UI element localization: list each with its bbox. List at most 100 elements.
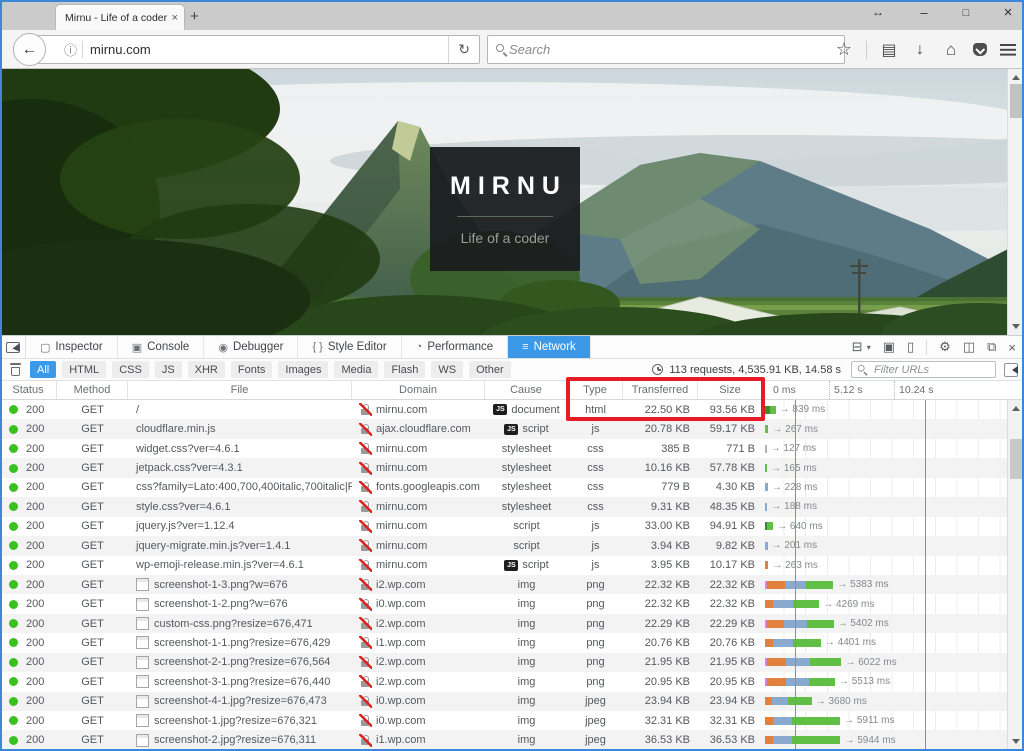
url-bar[interactable]: ⓘ mirnu.com ↻ (36, 35, 480, 64)
request-row[interactable]: 200 GET cloudflare.min.js ajax.cloudflare.c… (0, 419, 1024, 439)
filter-html[interactable]: HTML (62, 361, 107, 378)
scrollbar-thumb[interactable] (1009, 84, 1023, 118)
request-row[interactable]: 200 GET screenshot-1.jpg?resize=676,321 i0.… (0, 711, 1024, 730)
search-input[interactable] (507, 41, 836, 58)
home-icon[interactable]: ⌂ (942, 40, 960, 60)
devtools-tab-debugger[interactable]: ◉ Debugger (204, 336, 299, 358)
table-scroll-up-icon[interactable] (1012, 406, 1020, 411)
devtools-tab-performance[interactable]: ◔ Performance (402, 336, 509, 358)
request-row[interactable]: 200 GET jetpack.css?ver=4.3.1 mirnu.com styl… (0, 458, 1024, 478)
column-header-type[interactable]: Type (568, 381, 623, 399)
split-console-icon[interactable]: ▣ (883, 339, 895, 355)
request-row[interactable]: 200 GET / mirnu.com JS document html 22.50 KB 93… (0, 400, 1024, 419)
method-cell: GET (81, 636, 104, 649)
request-row[interactable]: 200 GET jquery-migrate.min.js?ver=1.4.1 mir… (0, 536, 1024, 556)
scroll-down-icon[interactable] (1012, 324, 1020, 329)
pick-element-button[interactable] (0, 336, 26, 358)
type-cell: js (591, 423, 600, 436)
table-scroll-down-icon[interactable] (1012, 739, 1020, 744)
file-cell: jetpack.css?ver=4.3.1 (128, 458, 352, 477)
minimize-button[interactable]: – (916, 5, 932, 20)
bookmarks-menu-icon[interactable]: ▤ (880, 40, 898, 60)
filter-media[interactable]: Media (334, 361, 379, 378)
waterfall-time-label: → 6022 ms (845, 656, 897, 668)
popout-icon[interactable]: ⧉ (987, 339, 996, 355)
column-header-status[interactable]: Status (0, 381, 57, 399)
filter-js[interactable]: JS (154, 361, 182, 378)
cause-text: document (511, 403, 560, 416)
clear-requests-button[interactable] (0, 363, 30, 376)
devtools-tab-inspector[interactable]: ▢ Inspector (26, 336, 118, 358)
url-text[interactable]: mirnu.com (90, 42, 448, 57)
tab-close-icon[interactable]: × (172, 12, 178, 24)
request-row[interactable]: 200 GET widget.css?ver=4.6.1 mirnu.com style… (0, 439, 1024, 458)
close-devtools-icon[interactable]: × (1008, 340, 1016, 355)
filter-ws[interactable]: WS (431, 361, 464, 378)
downloads-icon[interactable]: ↓ (911, 41, 929, 59)
domain-name: mirnu.com (376, 559, 428, 572)
devtools-tab-style-editor[interactable]: { } Style Editor (298, 336, 402, 358)
status-cell: 200 (0, 439, 57, 458)
request-row[interactable]: 200 GET screenshot-1-2.png?w=676 i0.wp.com i… (0, 594, 1024, 613)
column-header-file[interactable]: File (128, 381, 352, 399)
column-header-timeline[interactable]: 0 ms 5.12 s 10.24 s (763, 381, 1024, 399)
settings-gear-icon[interactable]: ⚙ (939, 339, 951, 355)
insecure-lock-icon (359, 539, 372, 553)
status-ok-icon (9, 657, 18, 667)
filter-urls-input[interactable] (872, 362, 990, 377)
filter-other[interactable]: Other (469, 361, 511, 378)
filter-xhr[interactable]: XHR (187, 361, 225, 378)
site-info-icon[interactable]: ⓘ (64, 40, 77, 59)
table-scrollbar[interactable] (1007, 400, 1024, 750)
request-row[interactable]: 200 GET screenshot-2.jpg?resize=676,311 i1.… (0, 730, 1024, 750)
panel-split-icon[interactable]: ◫ (963, 339, 975, 355)
column-header-method[interactable]: Method (57, 381, 128, 399)
request-row[interactable]: 200 GET css?family=Lato:400,700,400italic,… (0, 478, 1024, 497)
pocket-icon[interactable] (973, 43, 987, 56)
search-bar[interactable] (487, 35, 845, 64)
request-row[interactable]: 200 GET custom-css.png?resize=676,471 i2.wp… (0, 613, 1024, 634)
browser-tab[interactable]: Mirnu - Life of a coder × (55, 4, 185, 30)
filter-images[interactable]: Images (278, 361, 329, 378)
column-header-domain[interactable]: Domain (352, 381, 485, 399)
devtools-tab-console[interactable]: ▣ Console (118, 336, 205, 358)
menu-hamburger-icon[interactable] (1000, 43, 1016, 56)
request-row[interactable]: 200 GET jquery.js?ver=1.12.4 mirnu.com scrip… (0, 517, 1024, 536)
window-resize-icon[interactable]: ↔ (872, 5, 884, 19)
status-ok-icon (9, 696, 18, 706)
responsive-mode-icon[interactable]: ▯ (907, 339, 914, 355)
maximize-button[interactable]: □ (958, 7, 974, 19)
domain-name: i2.wp.com (376, 675, 426, 688)
filter-css[interactable]: CSS (112, 361, 149, 378)
column-header-cause[interactable]: Cause (485, 381, 568, 399)
scroll-up-icon[interactable] (1012, 75, 1020, 80)
filter-all[interactable]: All (30, 361, 57, 378)
request-row[interactable]: 200 GET screenshot-2-1.png?resize=676,564 i… (0, 652, 1024, 673)
column-header-size[interactable]: Size (698, 381, 763, 399)
request-row[interactable]: 200 GET screenshot-4-1.jpg?resize=676,473 i… (0, 691, 1024, 711)
request-row[interactable]: 200 GET wp-emoji-release.min.js?ver=4.6.1 m… (0, 556, 1024, 575)
close-window-button[interactable]: × (1000, 4, 1016, 21)
request-row[interactable]: 200 GET screenshot-1-1.png?resize=676,429 i… (0, 633, 1024, 652)
bookmark-star-icon[interactable]: ☆ (835, 39, 853, 60)
request-row[interactable]: 200 GET screenshot-1-3.png?w=676 i2.wp.com i… (0, 574, 1024, 595)
reload-button[interactable]: ↻ (448, 36, 479, 63)
lock-slash (359, 422, 372, 436)
back-button[interactable]: ← (13, 33, 46, 66)
file-cell: widget.css?ver=4.6.1 (128, 439, 352, 458)
request-row[interactable]: 200 GET style.css?ver=4.6.1 mirnu.com styles… (0, 497, 1024, 517)
file-cell: custom-css.png?resize=676,471 (128, 614, 352, 633)
filter-urls-box[interactable] (851, 361, 996, 378)
column-header-transferred[interactable]: Transferred (623, 381, 698, 399)
page-scrollbar[interactable] (1007, 69, 1024, 335)
new-tab-button[interactable]: + (190, 8, 199, 25)
filter-flash[interactable]: Flash (384, 361, 426, 378)
devtools-tab-network[interactable]: ≡ Network (508, 336, 591, 358)
method-cell: GET (81, 520, 104, 533)
file-name: css?family=Lato:400,700,400italic,700ita… (136, 481, 352, 494)
toggle-details-pane-icon[interactable] (1004, 362, 1018, 377)
filter-fonts[interactable]: Fonts (230, 361, 273, 378)
table-scrollbar-thumb[interactable] (1009, 439, 1023, 479)
dock-side-icon[interactable]: ⊟ (852, 339, 863, 355)
request-row[interactable]: 200 GET screenshot-3-1.png?resize=676,440 i… (0, 672, 1024, 691)
